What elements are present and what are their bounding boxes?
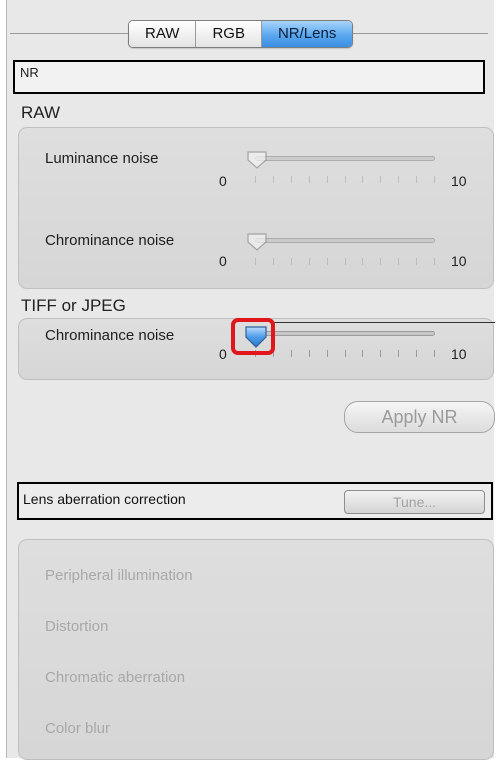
raw-chrominance-noise-thumb[interactable] (246, 232, 268, 252)
slider-tick (344, 258, 346, 265)
tab-raw[interactable]: RAW (129, 21, 197, 47)
tune-button[interactable]: Tune... (344, 490, 485, 514)
tab-nr-lens[interactable]: NR/Lens (261, 21, 353, 47)
lens-aberration-header: Lens aberration correction Tune... (17, 482, 493, 520)
tiff-chrominance-noise-max: 10 (451, 346, 467, 362)
tiff-chrominance-noise-min: 0 (219, 346, 227, 362)
slider-tick (362, 258, 364, 265)
luminance-noise-max: 10 (451, 173, 467, 189)
slider-tick (398, 350, 400, 357)
raw-chrominance-noise-max: 10 (451, 253, 467, 269)
tiff-chrominance-noise-slider[interactable] (255, 331, 435, 336)
slider-tick (416, 176, 418, 183)
callout-line (274, 322, 495, 323)
tab-bar: RAW RGB NR/Lens (128, 20, 354, 48)
nr-section-header: NR (13, 60, 485, 94)
peripheral-illumination-label: Peripheral illumination (45, 567, 193, 584)
color-blur-label: Color blur (45, 720, 111, 737)
slider-tick (290, 176, 292, 183)
tiff-chrominance-noise-ticks (255, 350, 435, 358)
raw-chrominance-noise-ticks (255, 258, 435, 266)
slider-tick (308, 258, 310, 265)
luminance-noise-label: Luminance noise (45, 150, 159, 167)
slider-tick (380, 350, 382, 357)
chromatic-aberration-label: Chromatic aberration (45, 669, 186, 686)
slider-tick (290, 258, 292, 265)
slider-tick (255, 176, 256, 183)
slider-tick (380, 176, 382, 183)
raw-chrominance-noise-label: Chrominance noise (45, 232, 175, 249)
raw-chrominance-noise-slider[interactable] (255, 238, 435, 243)
slider-tick (326, 350, 328, 357)
slider-highlight-box (231, 318, 275, 355)
slider-tick (308, 350, 310, 357)
slider-tick (290, 350, 292, 357)
slider-tick (362, 176, 364, 183)
tiff-section-title: TIFF or JPEG (21, 296, 126, 315)
slider-tick (255, 258, 256, 265)
slider-tick (308, 176, 310, 183)
slider-tick (398, 176, 400, 183)
luminance-noise-min: 0 (219, 173, 227, 189)
slider-tick (326, 176, 328, 183)
slider-tick (362, 350, 364, 357)
slider-tick (416, 350, 418, 357)
apply-nr-button[interactable]: Apply NR (344, 401, 495, 433)
slider-tick (272, 258, 274, 265)
slider-tick (272, 176, 274, 183)
slider-tick (344, 350, 346, 357)
nr-section-title: NR (20, 65, 39, 80)
luminance-noise-thumb[interactable] (246, 150, 268, 170)
distortion-label: Distortion (45, 618, 109, 635)
tab-rgb[interactable]: RGB (196, 21, 262, 47)
slider-tick (416, 258, 418, 265)
slider-tick (344, 176, 346, 183)
raw-section-title: RAW (21, 103, 61, 122)
lens-correction-group: Peripheral illumination Distortion Chrom… (18, 539, 494, 760)
slider-tick (326, 258, 328, 265)
slider-tick (380, 258, 382, 265)
slider-tick (434, 258, 435, 265)
luminance-noise-slider[interactable] (255, 156, 435, 161)
raw-nr-group: Luminance noise 0 10 Chrominance noise 0… (18, 127, 494, 289)
lens-aberration-title: Lens aberration correction (23, 491, 186, 507)
raw-chrominance-noise-min: 0 (219, 253, 227, 269)
tiff-chrominance-noise-label: Chrominance noise (45, 327, 175, 344)
slider-tick (398, 258, 400, 265)
slider-tick (434, 176, 435, 183)
luminance-noise-ticks (255, 176, 435, 184)
slider-tick (434, 350, 435, 357)
